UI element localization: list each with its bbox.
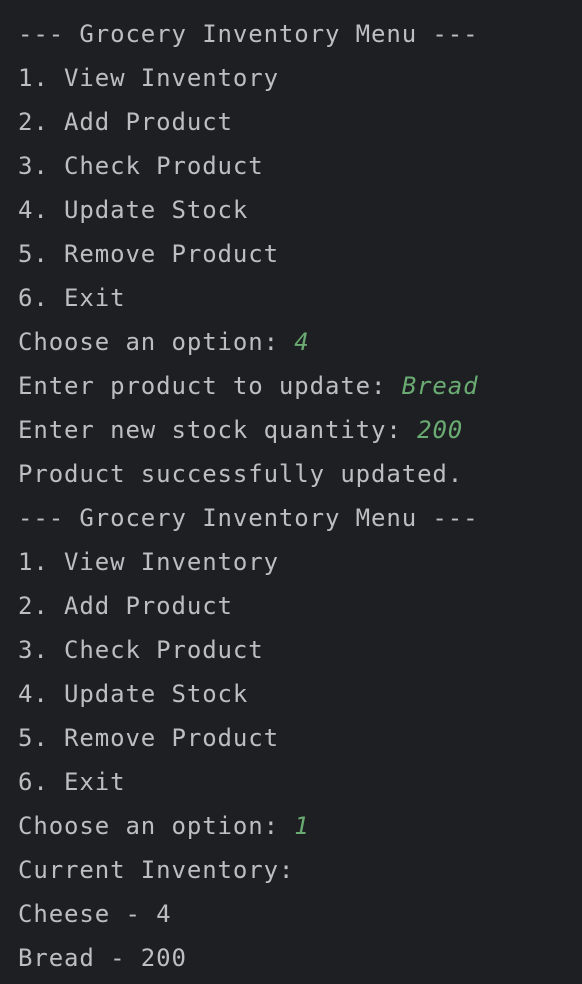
product-to-update-line: Enter product to update: Bread: [18, 364, 582, 408]
prompt-text: Enter product to update:: [18, 372, 402, 400]
menu-header: --- Grocery Inventory Menu ---: [18, 504, 479, 532]
prompt-text: Choose an option:: [18, 328, 295, 356]
menu-option-update-stock: 4. Update Stock: [18, 680, 249, 708]
choose-option-line: Choose an option: 4: [18, 320, 582, 364]
user-input: Bread: [401, 372, 479, 400]
user-input: 200: [417, 416, 464, 444]
prompt-text: Enter new stock quantity:: [18, 416, 418, 444]
user-input: 4: [294, 328, 310, 356]
menu-option-exit: 6. Exit: [18, 768, 126, 796]
menu-option-view-inventory: 1. View Inventory: [18, 548, 279, 576]
menu-option-check-product: 3. Check Product: [18, 152, 264, 180]
prompt-text: Choose an option:: [18, 812, 295, 840]
stock-quantity-line: Enter new stock quantity: 200: [18, 408, 582, 452]
choose-option-line: Choose an option: 1: [18, 804, 582, 848]
inventory-item: Bread - 200: [18, 944, 187, 972]
status-message: Product successfully updated.: [18, 460, 464, 488]
menu-option-remove-product: 5. Remove Product: [18, 240, 279, 268]
menu-option-view-inventory: 1. View Inventory: [18, 64, 279, 92]
menu-option-check-product: 3. Check Product: [18, 636, 264, 664]
inventory-item: Cheese - 4: [18, 900, 172, 928]
menu-option-add-product: 2. Add Product: [18, 108, 233, 136]
menu-option-remove-product: 5. Remove Product: [18, 724, 279, 752]
menu-header: --- Grocery Inventory Menu ---: [18, 20, 479, 48]
menu-option-exit: 6. Exit: [18, 284, 126, 312]
menu-option-add-product: 2. Add Product: [18, 592, 233, 620]
inventory-heading: Current Inventory:: [18, 856, 295, 884]
user-input: 1: [294, 812, 310, 840]
menu-option-update-stock: 4. Update Stock: [18, 196, 249, 224]
console-output[interactable]: --- Grocery Inventory Menu --- 1. View I…: [0, 0, 582, 984]
